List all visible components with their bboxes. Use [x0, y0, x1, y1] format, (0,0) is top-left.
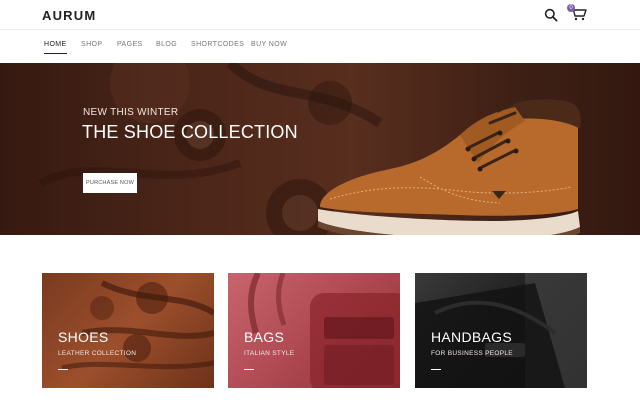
category-title: SHOES	[58, 329, 109, 345]
nav-item-pages[interactable]: PAGES	[117, 41, 143, 48]
purchase-now-button[interactable]: PURCHASE NOW	[83, 173, 137, 193]
top-header: AURUM 0	[0, 0, 640, 30]
category-subtitle: FOR BUSINESS PEOPLE	[431, 350, 513, 357]
hero-eyebrow: NEW THIS WINTER	[83, 107, 179, 118]
category-subtitle: LEATHER COLLECTION	[58, 350, 137, 357]
category-dash	[244, 369, 254, 370]
nav-item-blog[interactable]: BLOG	[156, 41, 177, 48]
site-logo[interactable]: AURUM	[42, 8, 96, 23]
category-dash	[431, 369, 441, 370]
main-navigation: HOME SHOP PAGES BLOG SHORTCODES BUY NOW	[0, 30, 640, 63]
nav-item-shop[interactable]: SHOP	[81, 41, 102, 48]
category-subtitle: ITALIAN STYLE	[244, 350, 295, 357]
category-dash	[58, 369, 68, 370]
search-button[interactable]	[544, 8, 558, 22]
nav-item-home[interactable]: HOME	[44, 41, 67, 54]
category-card-shoes[interactable]: SHOES LEATHER COLLECTION	[42, 273, 214, 388]
search-icon	[544, 8, 558, 22]
cart-count-badge: 0	[567, 4, 575, 12]
nav-item-buy-now[interactable]: BUY NOW	[251, 41, 287, 48]
hero-title: THE SHOE COLLECTION	[82, 122, 298, 142]
category-card-bags[interactable]: BAGS ITALIAN STYLE	[228, 273, 400, 388]
nav-item-shortcodes[interactable]: SHORTCODES	[191, 41, 244, 48]
category-title: BAGS	[244, 329, 285, 345]
hero-boot-image	[318, 97, 581, 235]
category-title: HANDBAGS	[431, 329, 512, 345]
category-card-handbags[interactable]: HANDBAGS FOR BUSINESS PEOPLE	[415, 273, 587, 388]
hero-banner: NEW THIS WINTER THE SHOE COLLECTION PURC…	[0, 63, 640, 235]
